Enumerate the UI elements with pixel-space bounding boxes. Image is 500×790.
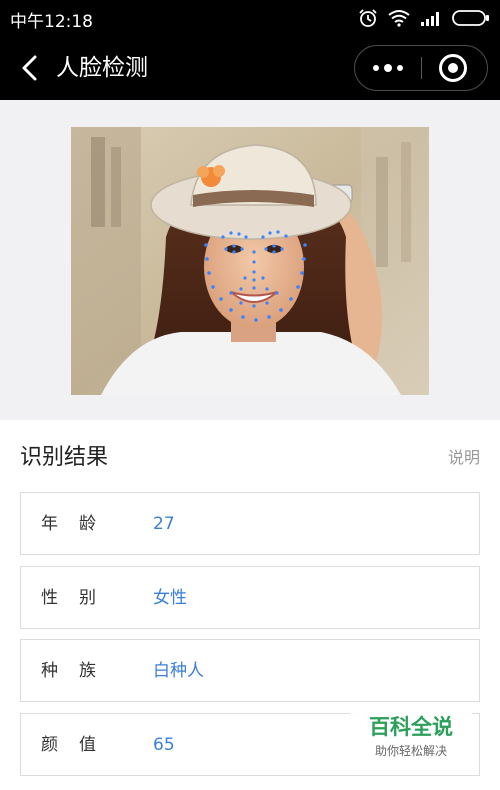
- more-dot-center: [384, 64, 392, 72]
- battery-icon: [452, 10, 489, 26]
- help-link[interactable]: 说明: [448, 447, 480, 469]
- wifi-icon: [388, 10, 410, 27]
- back-button[interactable]: [16, 52, 46, 84]
- result-row-age: 年龄 27: [20, 492, 480, 555]
- more-dots-icon: [373, 65, 379, 71]
- watermark-title: 百科全说: [369, 715, 453, 739]
- result-title: 识别结果: [20, 445, 109, 470]
- result-value: 27: [153, 514, 175, 534]
- watermark-logo: 百科全说 助你轻松解决: [350, 706, 472, 766]
- face-photo[interactable]: [71, 127, 429, 395]
- result-value: 女性: [153, 588, 187, 608]
- watermark-subtitle: 助你轻松解决: [374, 744, 447, 758]
- face-photo-image: [71, 127, 429, 395]
- result-row-race: 种族 白种人: [20, 639, 480, 702]
- result-header: 识别结果 说明: [20, 442, 480, 476]
- status-bar: 中午12:18: [0, 0, 500, 36]
- status-time: 中午12:18: [10, 12, 93, 32]
- result-value: 65: [153, 735, 175, 755]
- alarm-icon: [359, 9, 377, 27]
- result-row-gender: 性别 女性: [20, 566, 480, 629]
- page-title: 人脸检测: [56, 55, 148, 81]
- capsule-divider: [421, 57, 422, 79]
- close-button[interactable]: [439, 54, 467, 82]
- signal-icon: [421, 12, 439, 26]
- result-label: 种族: [41, 661, 117, 681]
- miniprogram-capsule: [354, 45, 488, 91]
- result-label: 性别: [41, 588, 117, 608]
- nav-bar: 人脸检测: [0, 36, 500, 100]
- result-value: 白种人: [153, 661, 204, 681]
- more-dot-right: [397, 65, 403, 71]
- status-icons: [358, 8, 490, 28]
- more-button[interactable]: [355, 46, 421, 90]
- photo-area: [0, 100, 500, 420]
- result-label: 年龄: [41, 514, 117, 534]
- result-label: 颜值: [41, 735, 117, 755]
